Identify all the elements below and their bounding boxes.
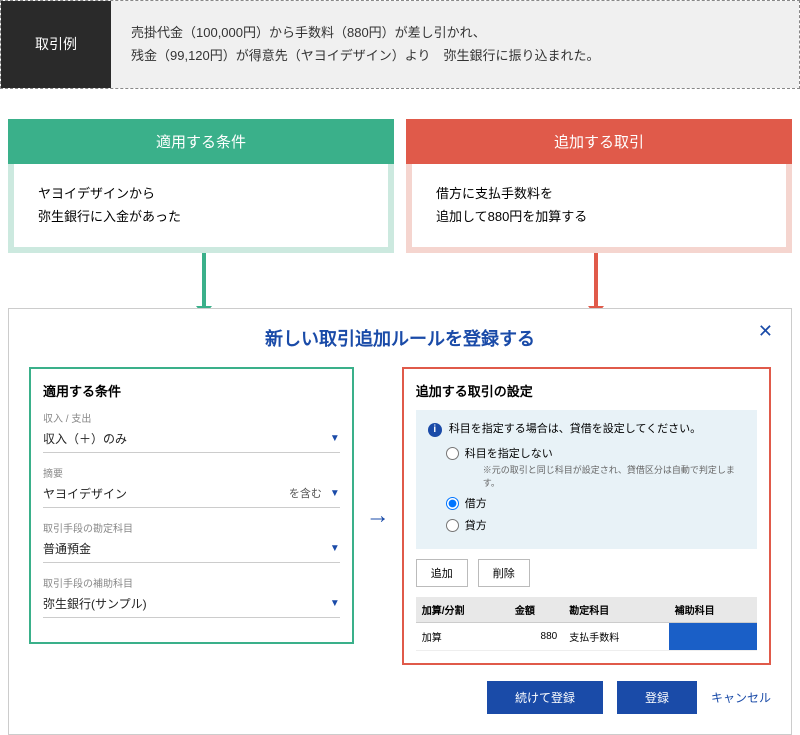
summary-input[interactable]: ヤヨイデザイン を含む ▼ bbox=[43, 482, 340, 508]
panel-title: 適用する条件 bbox=[43, 381, 340, 400]
subaccount-label: 取引手段の補助科目 bbox=[43, 575, 340, 590]
table-row[interactable]: 加算 880 支払手数料 bbox=[416, 622, 757, 650]
chevron-down-icon: ▼ bbox=[330, 543, 340, 554]
conditions-body: ヤヨイデザインから 弥生銀行に入金があった bbox=[8, 164, 394, 253]
chevron-down-icon: ▼ bbox=[330, 598, 340, 609]
conditions-card: 適用する条件 ヤヨイデザインから 弥生銀行に入金があった bbox=[8, 119, 394, 253]
rule-dialog: ✕ 新しい取引追加ルールを登録する 適用する条件 収入 / 支出 収入（＋）のみ… bbox=[8, 308, 792, 735]
col-type: 加算/分割 bbox=[416, 597, 509, 623]
chevron-down-icon: ▼ bbox=[330, 433, 340, 444]
add-button[interactable]: 追加 bbox=[416, 559, 468, 587]
cancel-link[interactable]: キャンセル bbox=[711, 689, 771, 706]
subaccount-cell[interactable] bbox=[669, 622, 757, 650]
addition-body: 借方に支払手数料を 追加して880円を加算する bbox=[406, 164, 792, 253]
conditions-header: 適用する条件 bbox=[8, 119, 394, 164]
arrow-down-icon bbox=[594, 253, 598, 308]
radio-credit[interactable] bbox=[446, 519, 459, 532]
col-amount: 金額 bbox=[509, 597, 563, 623]
panel-title: 追加する取引の設定 bbox=[416, 381, 757, 400]
addition-header: 追加する取引 bbox=[406, 119, 792, 164]
example-label: 取引例 bbox=[1, 1, 111, 88]
conditions-panel: 適用する条件 収入 / 支出 収入（＋）のみ ▼ 摘要 ヤヨイデザイン を含む … bbox=[29, 367, 354, 644]
radio-no-account[interactable] bbox=[446, 447, 459, 460]
addition-panel: 追加する取引の設定 i 科目を指定する場合は、貸借を設定してください。 科目を指… bbox=[402, 367, 771, 665]
info-icon: i bbox=[428, 423, 442, 437]
income-expense-label: 収入 / 支出 bbox=[43, 410, 340, 425]
col-subaccount: 補助科目 bbox=[669, 597, 757, 623]
col-account: 勘定科目 bbox=[563, 597, 668, 623]
subaccount-select[interactable]: 弥生銀行(サンプル) ▼ bbox=[43, 592, 340, 618]
addition-card: 追加する取引 借方に支払手数料を 追加して880円を加算する bbox=[406, 119, 792, 253]
account-label: 取引手段の勘定科目 bbox=[43, 520, 340, 535]
register-button[interactable]: 登録 bbox=[617, 681, 697, 714]
info-box: i 科目を指定する場合は、貸借を設定してください。 科目を指定しない ※元の取引… bbox=[416, 410, 757, 549]
example-text: 売掛代金（100,000円）から手数料（880円）が差し引かれ、 残金（99,1… bbox=[111, 1, 799, 88]
arrow-right-icon: → bbox=[366, 502, 390, 530]
close-icon[interactable]: ✕ bbox=[758, 321, 773, 342]
account-select[interactable]: 普通預金 ▼ bbox=[43, 537, 340, 563]
continue-register-button[interactable]: 続けて登録 bbox=[487, 681, 603, 714]
radio-debit[interactable] bbox=[446, 497, 459, 510]
income-expense-select[interactable]: 収入（＋）のみ ▼ bbox=[43, 427, 340, 453]
arrow-down-icon bbox=[202, 253, 206, 308]
arrows-section bbox=[0, 253, 800, 308]
delete-button[interactable]: 削除 bbox=[478, 559, 530, 587]
transaction-table: 加算/分割 金額 勘定科目 補助科目 加算 880 支払手数料 bbox=[416, 597, 757, 651]
summary-label: 摘要 bbox=[43, 465, 340, 480]
chevron-down-icon: ▼ bbox=[330, 488, 340, 499]
dialog-title: 新しい取引追加ルールを登録する bbox=[29, 325, 771, 351]
example-banner: 取引例 売掛代金（100,000円）から手数料（880円）が差し引かれ、 残金（… bbox=[0, 0, 800, 89]
